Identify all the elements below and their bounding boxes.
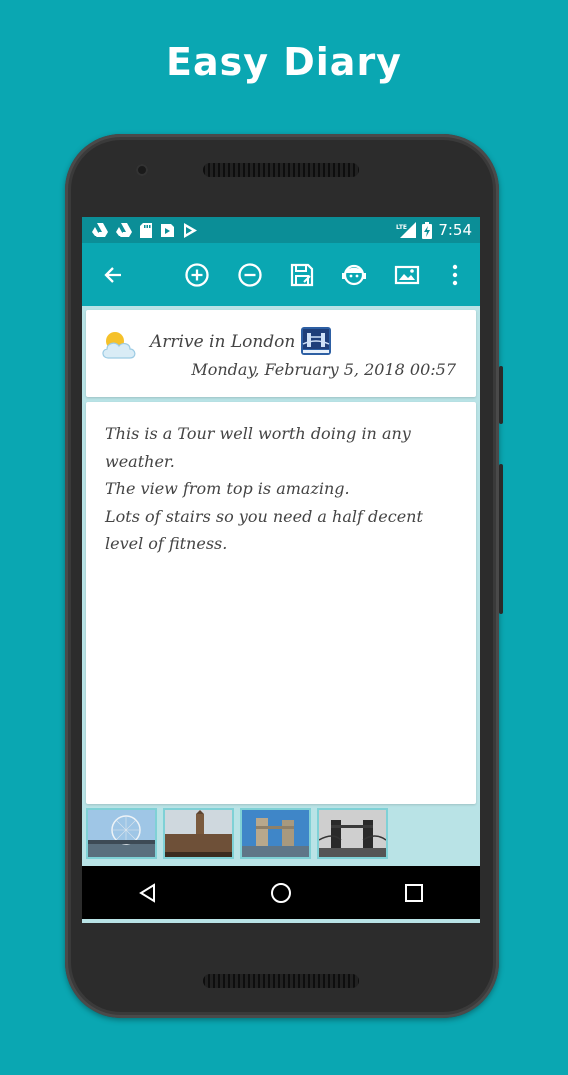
body-line: This is a Tour well worth doing in any <box>105 424 411 443</box>
back-arrow-icon[interactable] <box>98 260 128 290</box>
diary-title[interactable]: Arrive in London <box>150 332 295 352</box>
save-icon[interactable] <box>287 260 317 290</box>
phone-frame: LTE 7:54 Arrive in London Monday, Februa… <box>65 134 503 1018</box>
body-line: weather. <box>105 451 175 471</box>
screen: LTE 7:54 Arrive in London Monday, Februa… <box>82 217 480 923</box>
bottom-speaker <box>203 974 359 988</box>
westminster-photo[interactable] <box>163 808 234 859</box>
diary-date[interactable]: Monday, February 5, 2018 00:57 <box>191 360 456 379</box>
svg-text:LTE: LTE <box>396 224 407 231</box>
face-icon[interactable] <box>339 260 369 290</box>
status-time: 7:54 <box>438 221 472 239</box>
drive-icon <box>92 223 108 237</box>
body-card[interactable]: This is a Tour well worth doing in any w… <box>86 402 476 804</box>
battery-charging-icon <box>422 221 433 239</box>
diary-body[interactable]: This is a Tour well worth doing in any w… <box>105 420 460 558</box>
drive-icon <box>116 223 132 237</box>
title-card: Arrive in London Monday, February 5, 201… <box>86 310 476 397</box>
tower-bridge-photo[interactable] <box>240 808 311 859</box>
body-line: Lots of stairs so you need a half decent <box>105 506 423 526</box>
back-triangle-icon[interactable] <box>128 873 168 913</box>
lte-signal-icon: LTE <box>396 222 417 238</box>
photo-strip <box>82 808 480 863</box>
sd-card-icon <box>140 222 152 238</box>
photo-icon[interactable] <box>392 260 422 290</box>
play-store-icon <box>160 223 175 238</box>
bridge-icon <box>301 327 331 359</box>
status-bar: LTE 7:54 <box>82 217 480 243</box>
toolbar <box>82 243 480 306</box>
body-line: The view from top is amazing. <box>105 479 350 498</box>
recents-square-icon[interactable] <box>394 873 434 913</box>
body-line: level of fitness. <box>105 534 228 553</box>
volume-button <box>499 464 503 614</box>
front-camera <box>136 164 148 176</box>
remove-circle-icon[interactable] <box>235 260 265 290</box>
add-circle-icon[interactable] <box>182 260 212 290</box>
more-vert-icon[interactable] <box>440 260 470 290</box>
play-icon <box>183 222 197 238</box>
power-button <box>499 366 503 424</box>
navigation-bar <box>82 866 480 919</box>
london-eye-photo[interactable] <box>86 808 157 859</box>
diary-content: Arrive in London Monday, February 5, 201… <box>82 306 480 923</box>
cloud-sun-icon <box>100 328 140 366</box>
home-circle-icon[interactable] <box>261 873 301 913</box>
top-speaker <box>203 163 359 177</box>
promo-title: Easy Diary <box>166 40 402 84</box>
tower-bridge-bw-photo[interactable] <box>317 808 388 859</box>
